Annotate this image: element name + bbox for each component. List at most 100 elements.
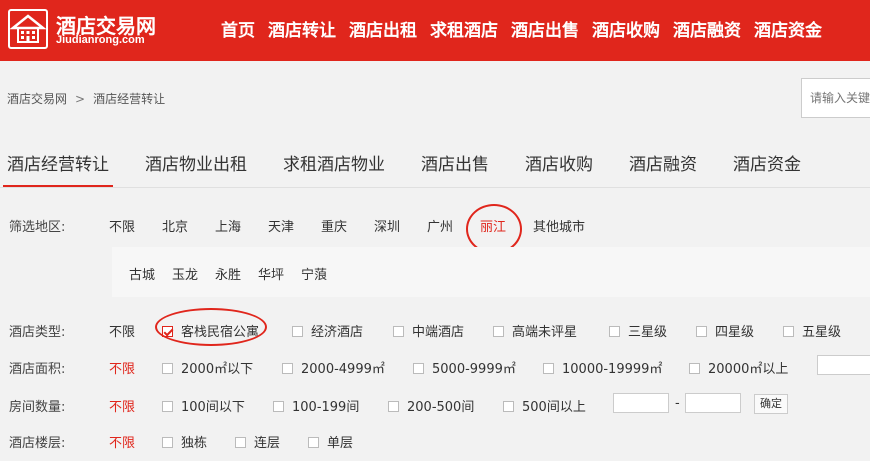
site-logo[interactable]: 酒店交易网 Jiudianrong.com bbox=[8, 9, 168, 51]
breadcrumb-home[interactable]: 酒店交易网 bbox=[7, 92, 67, 106]
hotel-area-under-2000[interactable]: 2000㎡以下 bbox=[162, 358, 253, 377]
checkbox-icon[interactable] bbox=[282, 363, 293, 374]
checkbox-icon[interactable] bbox=[162, 363, 173, 374]
hotel-type-midscale-label: 中端酒店 bbox=[412, 325, 465, 340]
breadcrumb-current: 酒店经营转让 bbox=[93, 92, 166, 106]
subregion-option-gucheng[interactable]: 古城 bbox=[129, 264, 155, 283]
hotel-type-three-star[interactable]: 三星级 bbox=[609, 321, 667, 340]
hotel-area-10000-19999[interactable]: 10000-19999㎡ bbox=[543, 358, 662, 377]
hotel-area-label: 酒店面积: bbox=[9, 362, 66, 377]
nav-hotel-transfer[interactable]: 酒店转让 bbox=[268, 16, 336, 41]
tab-hotel-capital[interactable]: 酒店资金 bbox=[729, 150, 805, 188]
region-option-beijing[interactable]: 北京 bbox=[162, 216, 188, 235]
hotel-type-inn-homestay[interactable]: 客栈民宿公寓 bbox=[162, 321, 259, 340]
room-count-under-100[interactable]: 100间以下 bbox=[162, 396, 245, 415]
hotel-type-inn-homestay-label: 客栈民宿公寓 bbox=[181, 325, 260, 340]
checkbox-icon[interactable] bbox=[413, 363, 424, 374]
hotel-type-label: 酒店类型: bbox=[9, 325, 66, 340]
room-count-all[interactable]: 不限 bbox=[109, 396, 135, 415]
hotel-type-economy[interactable]: 经济酒店 bbox=[292, 321, 363, 340]
region-option-shanghai[interactable]: 上海 bbox=[215, 216, 241, 235]
tab-hotel-acquire[interactable]: 酒店收购 bbox=[521, 150, 597, 188]
room-count-over-500[interactable]: 500间以上 bbox=[503, 396, 586, 415]
breadcrumb: 酒店交易网 > 酒店经营转让 bbox=[7, 90, 165, 107]
nav-hotel-capital[interactable]: 酒店资金 bbox=[754, 16, 822, 41]
checkbox-icon[interactable] bbox=[609, 326, 620, 337]
checkbox-icon[interactable] bbox=[235, 437, 246, 448]
checkbox-icon[interactable] bbox=[162, 401, 173, 412]
search-input[interactable] bbox=[802, 79, 870, 117]
nav-hotel-rent[interactable]: 酒店出租 bbox=[349, 16, 417, 41]
hotel-area-2000-4999-label: 2000-4999㎡ bbox=[301, 362, 385, 377]
hotel-type-five-star[interactable]: 五星级 bbox=[783, 321, 841, 340]
hotel-area-under-2000-label: 2000㎡以下 bbox=[181, 362, 254, 377]
hotel-type-four-star[interactable]: 四星级 bbox=[696, 321, 754, 340]
tab-divider bbox=[0, 187, 870, 188]
tab-hotel-property-rent[interactable]: 酒店物业出租 bbox=[141, 150, 251, 188]
hotel-area-over-20000-label: 20000㎡以上 bbox=[708, 362, 789, 377]
hotel-floor-standalone[interactable]: 独栋 bbox=[162, 432, 207, 451]
breadcrumb-separator: > bbox=[75, 92, 86, 106]
checkbox-icon[interactable] bbox=[273, 401, 284, 412]
region-option-chongqing[interactable]: 重庆 bbox=[321, 216, 347, 235]
region-option-tianjin[interactable]: 天津 bbox=[268, 216, 294, 235]
room-confirm-button[interactable]: 确定 bbox=[754, 394, 788, 414]
hotel-type-all[interactable]: 不限 bbox=[109, 321, 135, 340]
region-option-lijiang[interactable]: 丽江 bbox=[480, 216, 506, 235]
tab-hotel-operation-transfer[interactable]: 酒店经营转让 bbox=[3, 150, 113, 188]
tab-seek-hotel-property[interactable]: 求租酒店物业 bbox=[279, 150, 389, 188]
hotel-floor-all[interactable]: 不限 bbox=[109, 432, 135, 451]
room-count-over-500-label: 500间以上 bbox=[522, 400, 586, 415]
hotel-type-upscale-unrated[interactable]: 高端未评星 bbox=[493, 321, 577, 340]
subregion-option-huaping[interactable]: 华坪 bbox=[258, 264, 284, 283]
room-max-input[interactable] bbox=[685, 393, 741, 413]
checkbox-icon[interactable] bbox=[696, 326, 707, 337]
room-count-label: 房间数量: bbox=[9, 400, 66, 415]
top-header: 酒店交易网 Jiudianrong.com 首页 酒店转让 酒店出租 求租酒店 … bbox=[0, 0, 870, 61]
hotel-floor-single[interactable]: 单层 bbox=[308, 432, 353, 451]
checkbox-icon[interactable] bbox=[543, 363, 554, 374]
region-filter-label: 筛选地区: bbox=[9, 220, 66, 235]
region-option-other-cities[interactable]: 其他城市 bbox=[533, 216, 585, 235]
hotel-floor-label: 酒店楼层: bbox=[9, 436, 66, 451]
hotel-type-economy-label: 经济酒店 bbox=[311, 325, 364, 340]
subregion-option-yulong[interactable]: 玉龙 bbox=[172, 264, 198, 283]
checkbox-icon[interactable] bbox=[292, 326, 303, 337]
hotel-type-five-star-label: 五星级 bbox=[802, 325, 842, 340]
subregion-option-yongsheng[interactable]: 永胜 bbox=[215, 264, 241, 283]
checkbox-checked-icon[interactable] bbox=[162, 326, 173, 337]
checkbox-icon[interactable] bbox=[493, 326, 504, 337]
nav-hotel-finance[interactable]: 酒店融资 bbox=[673, 16, 741, 41]
checkbox-icon[interactable] bbox=[308, 437, 319, 448]
checkbox-icon[interactable] bbox=[162, 437, 173, 448]
hotel-floor-multi[interactable]: 连层 bbox=[235, 432, 280, 451]
checkbox-icon[interactable] bbox=[393, 326, 404, 337]
hotel-type-midscale[interactable]: 中端酒店 bbox=[393, 321, 464, 340]
nav-hotel-sale[interactable]: 酒店出售 bbox=[511, 16, 579, 41]
checkbox-icon[interactable] bbox=[783, 326, 794, 337]
nav-hotel-acquire[interactable]: 酒店收购 bbox=[592, 16, 660, 41]
hotel-area-all[interactable]: 不限 bbox=[109, 358, 135, 377]
hotel-floor-multi-label: 连层 bbox=[254, 436, 281, 451]
room-count-100-199[interactable]: 100-199间 bbox=[273, 396, 359, 415]
hotel-building-icon bbox=[8, 9, 48, 49]
hotel-area-over-20000[interactable]: 20000㎡以上 bbox=[689, 358, 788, 377]
tab-hotel-finance[interactable]: 酒店融资 bbox=[625, 150, 701, 188]
room-min-input[interactable] bbox=[613, 393, 669, 413]
nav-seek-rent[interactable]: 求租酒店 bbox=[430, 16, 498, 41]
nav-home[interactable]: 首页 bbox=[221, 16, 255, 41]
region-option-all[interactable]: 不限 bbox=[109, 216, 135, 235]
hotel-area-2000-4999[interactable]: 2000-4999㎡ bbox=[282, 358, 385, 377]
tab-hotel-sale[interactable]: 酒店出售 bbox=[417, 150, 493, 188]
region-option-shenzhen[interactable]: 深圳 bbox=[374, 216, 400, 235]
checkbox-icon[interactable] bbox=[388, 401, 399, 412]
checkbox-icon[interactable] bbox=[503, 401, 514, 412]
region-option-guangzhou[interactable]: 广州 bbox=[427, 216, 453, 235]
subregion-option-ninglang[interactable]: 宁蒗 bbox=[301, 264, 327, 283]
checkbox-icon[interactable] bbox=[689, 363, 700, 374]
hotel-area-5000-9999[interactable]: 5000-9999㎡ bbox=[413, 358, 516, 377]
area-range-input[interactable] bbox=[817, 355, 870, 375]
hotel-type-upscale-unrated-label: 高端未评星 bbox=[512, 325, 578, 340]
room-count-200-500[interactable]: 200-500间 bbox=[388, 396, 474, 415]
hotel-type-three-star-label: 三星级 bbox=[628, 325, 668, 340]
